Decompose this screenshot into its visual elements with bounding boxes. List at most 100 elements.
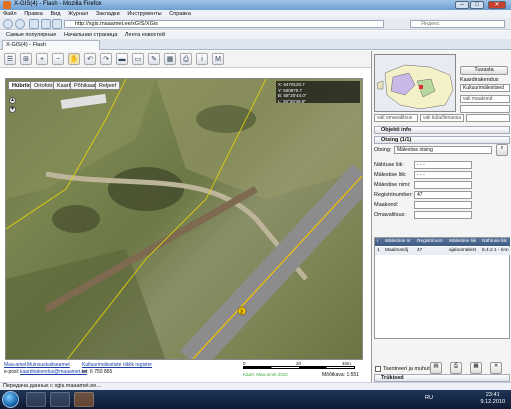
zoom-in-icon[interactable]: + <box>36 53 48 65</box>
excel-icon[interactable]: ▦ <box>470 362 482 374</box>
reload-icon[interactable] <box>29 19 39 29</box>
maakond-input[interactable] <box>414 201 472 209</box>
media-taskbar-icon[interactable] <box>50 392 70 407</box>
menu-view[interactable]: Вид <box>50 10 60 18</box>
link-register[interactable]: Kultuurimälestiste riiklik register <box>82 362 152 368</box>
menu-history[interactable]: Журнал <box>68 10 88 18</box>
cell: ajaloomälest <box>449 248 476 253</box>
right-panel: Tuvasta Kaardirakendus Kultuurimälestise… <box>371 51 511 382</box>
pan-north-icon[interactable]: ▲ <box>9 97 16 104</box>
select-icon[interactable]: ▦ <box>164 53 176 65</box>
otsing-label: Otsing: <box>374 147 392 153</box>
layers-icon[interactable]: ☰ <box>4 53 16 65</box>
field-label: Maakond: <box>374 202 399 208</box>
print-icon[interactable]: ⎙ <box>180 53 192 65</box>
col-header[interactable]: Mälestise nr <box>385 238 415 246</box>
pan-south-icon[interactable]: ▼ <box>9 106 16 113</box>
tab-xgis[interactable]: X-GIS(4) - Flash <box>2 40 100 50</box>
trykised-header[interactable]: Trükised <box>374 374 510 382</box>
zoom-out-icon[interactable]: − <box>52 53 64 65</box>
language-indicator[interactable]: RU <box>425 395 433 401</box>
forward-icon[interactable] <box>15 19 25 29</box>
firefox-taskbar-icon[interactable] <box>74 392 94 407</box>
clock[interactable]: 23:41 9.12.2010 <box>481 392 505 406</box>
measure-icon[interactable]: ▬ <box>116 53 128 65</box>
print-results-icon[interactable]: ⎙ <box>450 362 462 374</box>
cell: 47 <box>417 248 423 253</box>
email-link[interactable]: kaardirakendus@maaamet.ee <box>20 369 87 375</box>
field-patch <box>6 249 166 359</box>
map-toolbar: ☰ ⊞ + − ✋ ↶ ↷ ▬ ▭ ✎ ▦ ⎙ i M <box>0 51 371 68</box>
blank-select[interactable] <box>460 105 510 113</box>
nahtuse-liik-select[interactable]: - - - <box>414 161 472 169</box>
export-icon[interactable]: ▤ <box>430 362 442 374</box>
meta-icon[interactable]: M <box>212 53 224 65</box>
cell: 8.4.2.1 - Iinn <box>482 248 509 253</box>
search-icon[interactable]: ⌕ <box>496 144 508 156</box>
menu-bookmarks[interactable]: Закладки <box>96 10 120 18</box>
blank-select-2[interactable] <box>466 114 510 122</box>
malestise-nimi-input[interactable] <box>414 181 472 189</box>
stop-icon[interactable] <box>41 19 51 29</box>
menu-help[interactable]: Справка <box>169 10 191 18</box>
bookmark-news-feed[interactable]: Лента новостей <box>125 31 165 39</box>
results-table[interactable]: i Mälestise nr Registrinum Mälestise lii… <box>374 237 510 339</box>
area-icon[interactable]: ▭ <box>132 53 144 65</box>
map-tab-relief[interactable]: Reljeef <box>95 81 121 90</box>
center-checkbox[interactable] <box>375 366 381 372</box>
field-label: Mälestise nimi: <box>374 182 411 188</box>
clear-icon[interactable]: ✕ <box>490 362 502 374</box>
malestise-liik-select[interactable]: - - - <box>414 171 472 179</box>
redo-icon[interactable]: ↷ <box>100 53 112 65</box>
col-header[interactable]: Nähtuse liik <box>482 238 510 246</box>
bookmark-most-visited[interactable]: Самые популярные <box>6 31 56 39</box>
omavalitsus-select[interactable]: vali omavalitsus <box>374 114 418 122</box>
menu-file[interactable]: Файл <box>3 10 17 18</box>
undo-icon[interactable]: ↶ <box>84 53 96 65</box>
close-button[interactable]: ✕ <box>488 1 506 9</box>
kyla-select[interactable]: vali küla/linnaosa <box>420 114 464 122</box>
maximize-button[interactable]: □ <box>470 1 484 9</box>
scale-mid: 20 <box>296 361 302 366</box>
draw-icon[interactable]: ✎ <box>148 53 160 65</box>
omavalitsus-input[interactable] <box>414 211 472 219</box>
full-extent-icon[interactable]: ⊞ <box>20 53 32 65</box>
back-icon[interactable] <box>3 19 13 29</box>
tab-strip: X-GIS(4) - Flash <box>0 39 511 50</box>
objekti-info-header[interactable]: Objekti info <box>374 126 510 134</box>
home-icon[interactable] <box>52 19 62 29</box>
link-muinsuskaitseamet[interactable]: Muinsuskaitseamet <box>27 362 70 368</box>
estonia-map <box>376 64 454 110</box>
tuvasta-button[interactable]: Tuvasta <box>460 66 508 75</box>
navigation-toolbar: http://xgis.maaamet.ee/xGIS/XGis Яндекс <box>0 18 511 30</box>
search-input[interactable]: Яндекс <box>410 20 505 28</box>
registrinumber-input[interactable]: 47 <box>414 191 472 199</box>
taskbar: RU 23:41 9.12.2010 <box>0 390 511 409</box>
bookmark-start-page[interactable]: Начальная страница <box>64 31 117 39</box>
kaardirakendus-select[interactable]: Kultuurimälestised <box>460 84 510 92</box>
table-row[interactable]: 1 Maalmasõj 47 ajaloomälest 8.4.2.1 - Ii… <box>375 247 510 255</box>
otsing-select[interactable]: Mälestise otsing <box>394 146 492 154</box>
svg-text:3: 3 <box>240 310 243 316</box>
start-button[interactable] <box>2 391 19 408</box>
tree-shadow <box>52 205 100 233</box>
overview-map[interactable] <box>374 54 456 112</box>
info-icon[interactable]: i <box>196 53 208 65</box>
col-header[interactable]: i <box>377 238 378 246</box>
map-copyright: Kaart: Maa-amet 2010 <box>243 372 288 377</box>
minimize-button[interactable]: – <box>455 1 469 9</box>
otsing-header[interactable]: Otsing (1/1) <box>374 136 510 144</box>
clock-date: 9.12.2010 <box>480 399 505 405</box>
link-maa-amet[interactable]: Maa-amet <box>4 362 27 368</box>
col-header[interactable]: Mälestise liik <box>449 238 481 246</box>
col-header[interactable]: Registrinum <box>417 238 447 246</box>
pan-hand-icon[interactable]: ✋ <box>68 53 80 65</box>
maakond-select[interactable]: vali maakond <box>460 95 510 103</box>
map-view[interactable]: 3 Hübriid Ortofoto Kaart Põhikaart Relje… <box>5 78 363 360</box>
url-bar[interactable]: http://xgis.maaamet.ee/xGIS/XGis <box>64 20 384 28</box>
menu-edit[interactable]: Правка <box>24 10 43 18</box>
explorer-taskbar-icon[interactable] <box>26 392 46 407</box>
tree-shadow <box>196 105 256 133</box>
table-header: i Mälestise nr Registrinum Mälestise lii… <box>375 238 510 246</box>
menu-tools[interactable]: Инструменты <box>127 10 161 18</box>
